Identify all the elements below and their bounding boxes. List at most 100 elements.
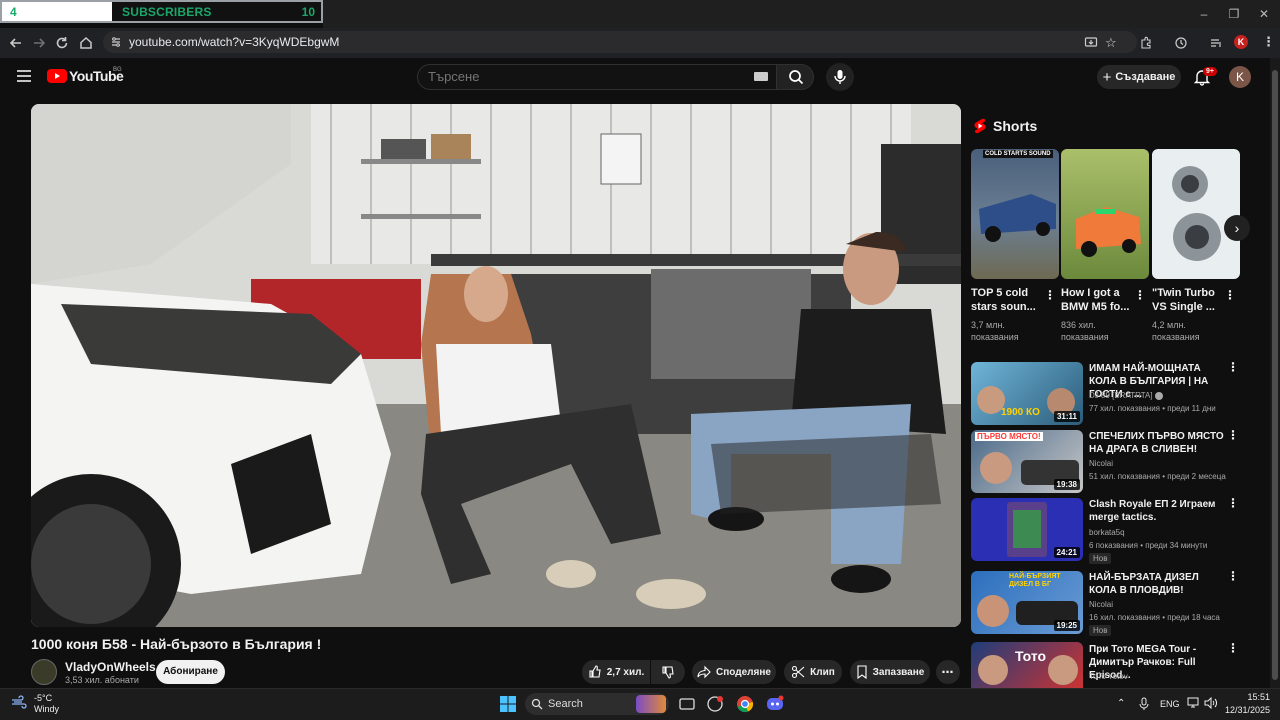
related-channel[interactable]: borkata5q xyxy=(1089,526,1239,539)
related-menu-icon[interactable]: ⋮ xyxy=(1227,570,1239,582)
discord-icon[interactable] xyxy=(765,694,785,714)
copilot-icon[interactable] xyxy=(705,694,725,714)
related-channel[interactable]: DJ 89 [BRATRTA] xyxy=(1089,391,1153,400)
shorts-next-arrow-icon[interactable]: › xyxy=(1224,215,1250,241)
reload-icon[interactable] xyxy=(53,34,71,52)
channel-name[interactable]: VladyOnWheels xyxy=(65,660,156,674)
weather-icon[interactable] xyxy=(11,695,27,709)
short-views: 836 хил. показвания xyxy=(1061,320,1109,342)
install-app-icon[interactable] xyxy=(1084,36,1098,50)
weather-temperature[interactable]: -5°C xyxy=(34,693,52,703)
youtube-logo-icon[interactable] xyxy=(47,69,67,83)
keyboard-icon[interactable] xyxy=(754,72,768,81)
search-highlight-icon[interactable] xyxy=(636,695,666,713)
related-title[interactable]: СПЕЧЕЛИХ ПЪРВО МЯСТО НА ДРАГА В СЛИВЕН! xyxy=(1089,430,1229,456)
related-thumbnail[interactable]: НАЙ-БЪРЗИЯТ ДИЗЕЛ В БГ 19:25 xyxy=(971,571,1083,634)
related-title[interactable]: НАЙ-БЪРЗАТА ДИЗЕЛ КОЛА В ПЛОВДИВ! xyxy=(1089,571,1229,597)
more-actions-button[interactable]: ⋯ xyxy=(936,660,960,684)
related-thumbnail[interactable]: 24:21 xyxy=(971,498,1083,561)
video-frame-image xyxy=(31,104,961,627)
related-title[interactable]: Clash Royale ЕП 2 Играем merge tactics. xyxy=(1089,498,1229,524)
related-thumbnail[interactable]: ПЪРВО МЯСТО! 19:38 xyxy=(971,430,1083,493)
related-thumbnail[interactable]: 1900 КО 31:11 xyxy=(971,362,1083,425)
site-info-icon[interactable] xyxy=(110,36,122,48)
shorts-logo-icon xyxy=(973,118,987,134)
weather-description[interactable]: Windy xyxy=(34,704,59,714)
input-language[interactable]: ENG xyxy=(1160,699,1180,709)
channel-avatar[interactable] xyxy=(31,659,57,685)
search-icon xyxy=(789,70,804,85)
related-menu-icon[interactable]: ⋮ xyxy=(1227,429,1239,441)
share-button[interactable]: Споделяне xyxy=(692,660,776,684)
like-count: 2,7 хил. xyxy=(606,666,645,678)
save-button[interactable]: Запазване xyxy=(850,660,930,684)
related-thumbnail[interactable]: Тото xyxy=(971,642,1083,688)
related-channel[interactable]: Nicolai xyxy=(1089,598,1239,611)
voice-search-button[interactable] xyxy=(826,63,854,91)
short-title[interactable]: How I got a BMW M5 fo... xyxy=(1061,286,1131,314)
account-avatar[interactable]: K xyxy=(1229,66,1251,88)
browser-menu-icon[interactable]: ⋮ xyxy=(1262,34,1275,50)
notification-badge: 9+ xyxy=(1203,67,1217,76)
search-input[interactable] xyxy=(428,69,728,84)
dislike-button[interactable] xyxy=(651,660,685,684)
history-icon[interactable] xyxy=(1174,36,1188,50)
extensions-icon[interactable] xyxy=(1139,36,1153,50)
home-icon[interactable] xyxy=(77,34,95,52)
clock-time[interactable]: 15:51 xyxy=(1244,692,1270,702)
volume-icon[interactable] xyxy=(1204,697,1218,709)
create-button[interactable]: + Създаване xyxy=(1097,65,1181,89)
video-duration: 24:21 xyxy=(1053,547,1080,558)
clip-button[interactable]: Клип xyxy=(784,660,842,684)
back-icon[interactable] xyxy=(7,34,25,52)
related-thumbnail-text: Тото xyxy=(1015,648,1047,664)
network-icon[interactable] xyxy=(1186,697,1200,709)
url-text[interactable]: youtube.com/watch?v=3KyqWDEbgwM xyxy=(129,35,339,49)
scissors-icon xyxy=(792,665,805,679)
media-controls-icon[interactable] xyxy=(1209,36,1223,50)
page-scrollbar-thumb[interactable] xyxy=(1272,70,1278,680)
minimize-icon[interactable]: – xyxy=(1196,6,1212,22)
short-menu-icon[interactable]: ⋮ xyxy=(1044,289,1056,301)
short-title[interactable]: "Twin Turbo VS Single ... xyxy=(1152,286,1222,314)
counter-label: SUBSCRIBERS xyxy=(122,4,212,19)
clock-date[interactable]: 12/31/2025 xyxy=(1224,705,1270,715)
hamburger-menu-icon[interactable] xyxy=(17,70,31,82)
related-thumbnail-text: ПЪРВО МЯСТО! xyxy=(975,432,1043,441)
task-view-icon[interactable] xyxy=(677,694,697,714)
related-channel-row: DJ 89 [BRATRTA] xyxy=(1089,389,1239,402)
short-views: 3,7 млн. показвания xyxy=(971,320,1019,342)
show-hidden-icons-icon[interactable]: ⌃ xyxy=(1117,698,1125,709)
short-title[interactable]: TOP 5 cold stars soun... xyxy=(971,286,1041,314)
short-thumbnail[interactable] xyxy=(1061,149,1149,279)
related-channel[interactable]: ToTo Yotov xyxy=(1089,670,1239,683)
share-icon xyxy=(697,665,711,679)
related-menu-icon[interactable]: ⋮ xyxy=(1227,497,1239,509)
maximize-icon[interactable]: ❐ xyxy=(1226,6,1242,22)
bookmark-star-icon[interactable]: ☆ xyxy=(1105,35,1117,51)
profile-avatar[interactable]: K xyxy=(1234,35,1248,49)
forward-icon[interactable] xyxy=(30,34,48,52)
like-button[interactable]: 2,7 хил. xyxy=(582,660,650,684)
short-thumbnail[interactable] xyxy=(1152,149,1240,279)
video-duration: 19:38 xyxy=(1053,479,1080,490)
related-channel[interactable]: Nicolai xyxy=(1089,457,1239,470)
share-label: Споделяне xyxy=(716,666,771,678)
search-button[interactable] xyxy=(776,64,814,90)
subscribe-button[interactable]: Абониране xyxy=(156,660,225,684)
chrome-icon[interactable] xyxy=(735,694,755,714)
browser-tab-strip xyxy=(323,0,1280,28)
microphone-tray-icon[interactable] xyxy=(1139,697,1149,711)
taskbar-search-label: Search xyxy=(548,698,583,710)
short-menu-icon[interactable]: ⋮ xyxy=(1224,289,1236,301)
short-thumbnail[interactable]: COLD STARTS SOUND xyxy=(971,149,1059,279)
shorts-section-title: Shorts xyxy=(993,118,1038,134)
close-icon[interactable]: ✕ xyxy=(1256,6,1272,22)
related-menu-icon[interactable]: ⋮ xyxy=(1227,642,1239,654)
short-views: 4,2 млн. показвания xyxy=(1152,320,1200,342)
related-meta: 51 хил. показвания • преди 2 месеца xyxy=(1089,472,1226,481)
windows-start-icon[interactable] xyxy=(498,694,518,714)
related-menu-icon[interactable]: ⋮ xyxy=(1227,361,1239,373)
short-menu-icon[interactable]: ⋮ xyxy=(1134,289,1146,301)
video-player[interactable] xyxy=(31,104,961,627)
